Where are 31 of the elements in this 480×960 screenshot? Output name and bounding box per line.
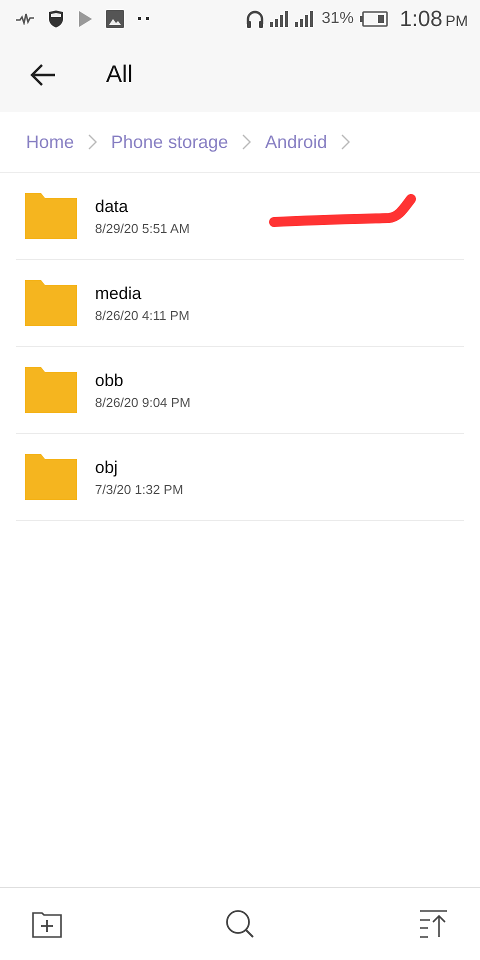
folder-icon [25,367,77,413]
folder-item[interactable]: obj 7/3/20 1:32 PM [16,434,464,521]
signal-icon [270,11,316,27]
chevron-icon [341,134,350,150]
dots-icon [138,17,150,21]
clock-time: 1:08 [400,6,442,32]
folder-date: 8/26/20 9:04 PM [95,394,190,410]
folder-item[interactable]: media 8/26/20 4:11 PM [16,260,464,347]
battery-icon [360,11,388,27]
page-title: All [106,61,133,89]
battery-percent: 31% [322,10,354,28]
folder-date: 8/26/20 4:11 PM [95,308,190,322]
folder-name: obj [95,458,119,478]
folder-date: 8/29/20 5:51 AM [95,220,190,236]
image-icon [106,10,124,28]
shield-icon [48,10,64,28]
folder-name: media [95,284,142,304]
clock-meridiem: PM [446,12,468,30]
folder-icon [25,280,77,326]
folder-name: obb [95,370,124,390]
headphones-icon [246,10,264,28]
activity-icon [16,13,34,25]
chevron-icon [242,134,252,150]
folder-icon [25,454,77,500]
folder-item[interactable]: obb 8/26/20 9:04 PM [16,347,464,434]
chevron-icon [88,134,98,150]
folder-date: 7/3/20 1:32 PM [95,482,184,496]
play-icon [78,11,92,27]
folder-icon [25,193,77,239]
folder-name: data [95,196,130,216]
folder-item[interactable]: data 8/29/20 5:51 AM [16,173,464,260]
